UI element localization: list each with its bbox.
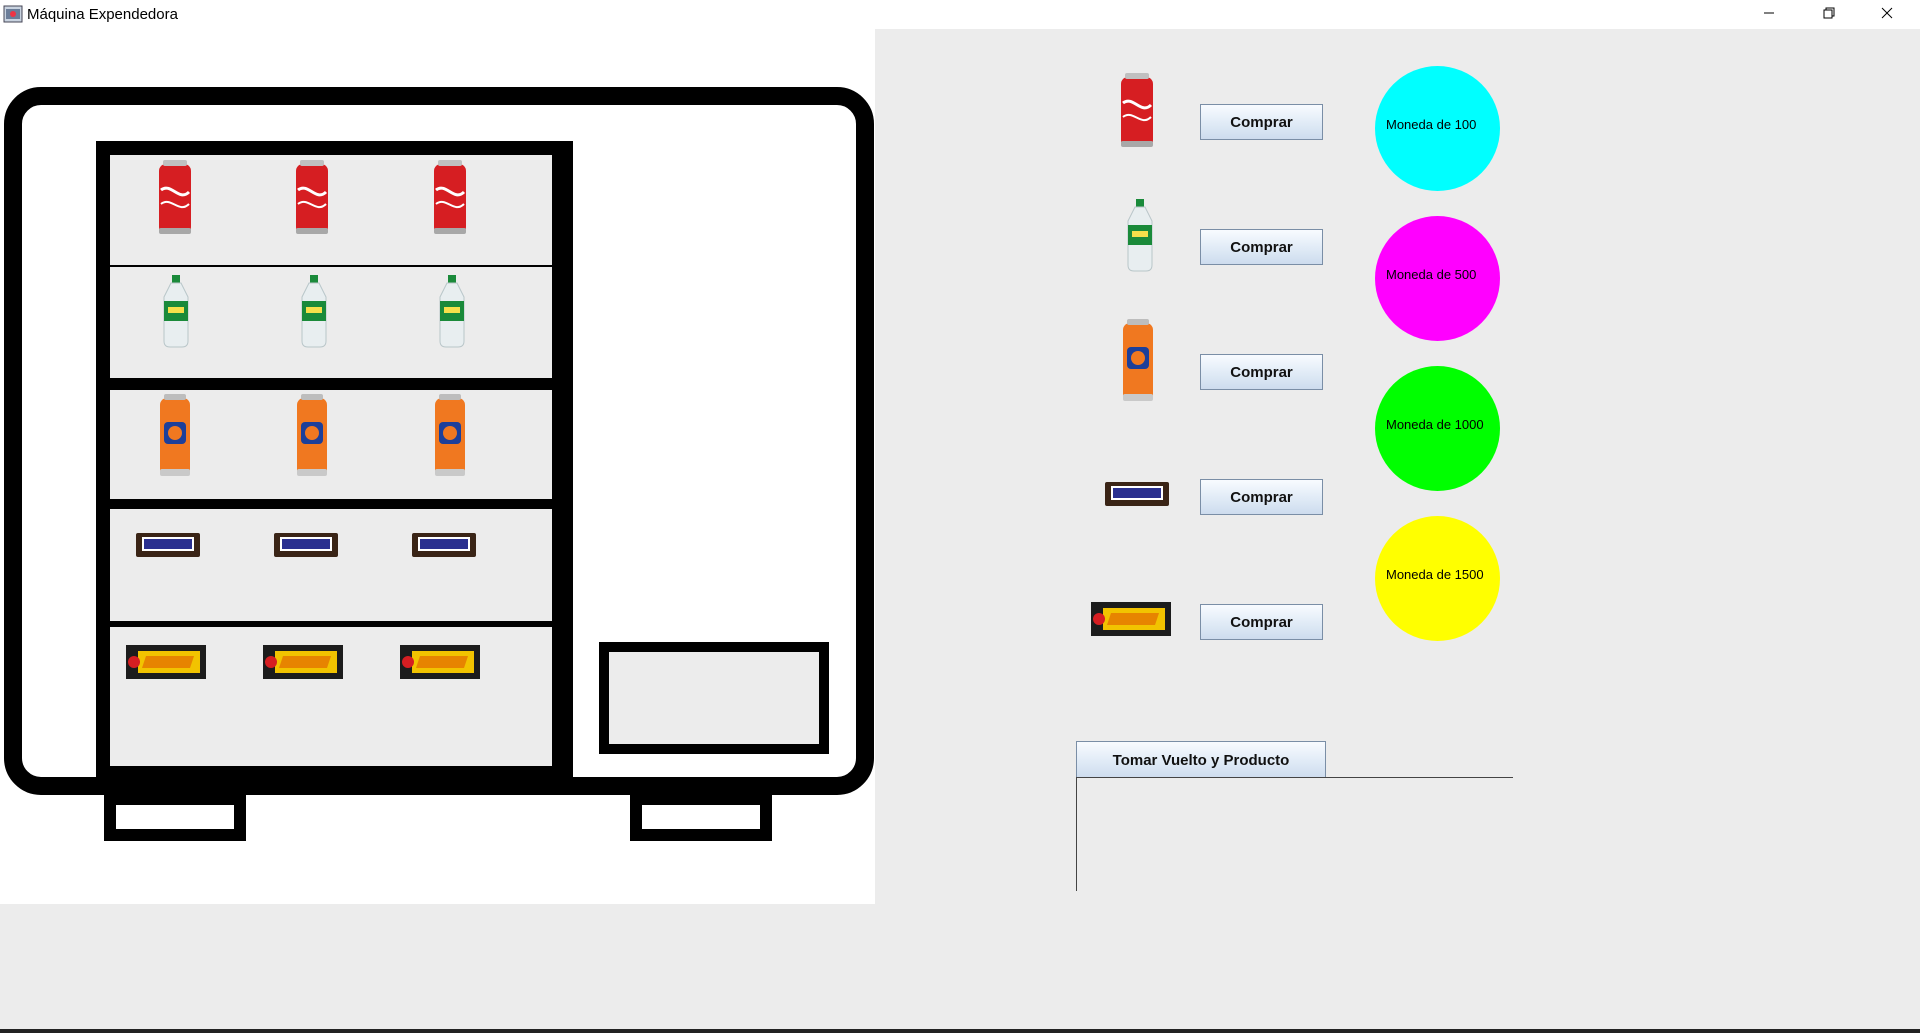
window-title: Máquina Expendedora	[27, 6, 178, 23]
coin-label: Moneda de 1500	[1386, 567, 1484, 582]
super8-bar-icon	[400, 645, 480, 679]
buy-super8-button[interactable]: Comprar	[1200, 604, 1323, 640]
title-bar: Máquina Expendedora	[0, 0, 1920, 29]
coin-500-button[interactable]: Moneda de 500	[1375, 216, 1500, 341]
buy-snickers-button[interactable]: Comprar	[1200, 479, 1323, 515]
output-area	[1076, 777, 1513, 891]
machine-leg	[630, 793, 772, 841]
java-app-icon	[3, 5, 23, 23]
minimize-button[interactable]	[1740, 0, 1798, 29]
take-change-and-product-button[interactable]: Tomar Vuelto y Producto	[1076, 741, 1326, 778]
coin-1000-button[interactable]: Moneda de 1000	[1375, 366, 1500, 491]
vending-machine-drawing	[4, 87, 874, 841]
pickup-slot	[599, 642, 829, 754]
taskbar-edge	[0, 1029, 1920, 1033]
coin-1500-button[interactable]: Moneda de 1500	[1375, 516, 1500, 641]
super8-bar-icon	[1091, 602, 1171, 636]
super8-bar-icon	[263, 645, 343, 679]
machine-leg	[104, 793, 246, 841]
coin-100-button[interactable]: Moneda de 100	[1375, 66, 1500, 191]
vending-machine-canvas	[0, 29, 875, 904]
maximize-button[interactable]	[1800, 0, 1858, 29]
close-button[interactable]	[1858, 0, 1916, 29]
fanta-can-icon	[297, 394, 327, 476]
super8-bar-icon	[126, 645, 206, 679]
buy-fanta-button[interactable]: Comprar	[1200, 354, 1323, 390]
coin-label: Moneda de 100	[1386, 117, 1477, 132]
fanta-can-icon	[435, 394, 465, 476]
buy-sprite-button[interactable]: Comprar	[1200, 229, 1323, 265]
snickers-bar-icon	[136, 533, 200, 557]
snickers-bar-icon	[412, 533, 476, 557]
shelf-snickers-row	[136, 533, 476, 557]
buy-coke-button[interactable]: Comprar	[1200, 104, 1323, 140]
shelf-super8-row	[126, 645, 480, 679]
coin-label: Moneda de 500	[1386, 267, 1477, 282]
minimize-icon	[1763, 6, 1775, 24]
coke-can-icon	[1119, 71, 1155, 149]
snickers-bar-icon	[1105, 482, 1169, 506]
coin-label: Moneda de 1000	[1386, 417, 1484, 432]
fanta-can-icon	[1123, 319, 1153, 401]
snickers-bar-icon	[274, 533, 338, 557]
fanta-can-icon	[160, 394, 190, 476]
coke-can-icon	[432, 158, 468, 236]
coke-can-icon	[294, 158, 330, 236]
sprite-bottle-icon	[1127, 198, 1153, 272]
close-icon	[1881, 6, 1893, 24]
coke-can-icon	[157, 158, 193, 236]
restore-icon	[1823, 6, 1835, 24]
